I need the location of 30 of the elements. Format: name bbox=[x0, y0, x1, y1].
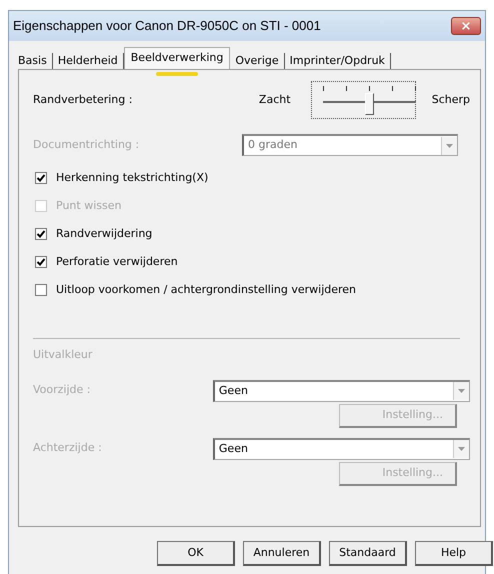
checkbox-label: Punt wissen bbox=[56, 198, 122, 214]
checkbox-label: Perforatie verwijderen bbox=[56, 254, 178, 270]
field-label: Voorzijde : bbox=[33, 382, 92, 398]
field-label: Achterzijde : bbox=[33, 440, 103, 456]
checkbox[interactable] bbox=[35, 256, 47, 268]
field-label: Randverbetering : bbox=[33, 92, 134, 108]
field-label: Documentrichting : bbox=[33, 136, 140, 153]
dialog-button[interactable]: Annuleren bbox=[243, 541, 321, 566]
tab[interactable]: Imprinter/Opdruk bbox=[284, 53, 391, 69]
dialog-button[interactable]: OK bbox=[157, 541, 235, 566]
slider[interactable] bbox=[310, 81, 416, 119]
dropdown-arrow-icon bbox=[458, 389, 465, 393]
slider-min-label: Zacht bbox=[258, 92, 291, 108]
checkbox-label: Uitloop voorkomen / achtergrondinstelling verwijderen bbox=[56, 282, 356, 298]
dropdown-arrow-icon bbox=[458, 447, 465, 451]
dialog-button[interactable]: Help bbox=[415, 541, 493, 566]
tab[interactable]: Overige bbox=[230, 53, 285, 69]
slider-max-label: Scherp bbox=[432, 92, 470, 108]
highlight-mark bbox=[156, 72, 198, 76]
checkbox[interactable] bbox=[35, 284, 47, 296]
checkbox[interactable] bbox=[35, 228, 47, 240]
slider-thumb[interactable] bbox=[364, 93, 374, 115]
dropdown-arrow-icon bbox=[446, 144, 453, 148]
dialog-button[interactable]: Standaard bbox=[329, 541, 407, 566]
window-title: Eigenschappen voor Canon DR-9050C on STI - 0001 bbox=[13, 17, 321, 36]
checkbox-label: Randverwijdering bbox=[56, 226, 152, 242]
checkbox[interactable] bbox=[35, 172, 47, 184]
section-title: Uitvalkleur bbox=[33, 347, 94, 363]
checkbox-label: Herkenning tekstrichting(X) bbox=[56, 170, 208, 186]
tab[interactable]: Basis bbox=[13, 53, 53, 69]
